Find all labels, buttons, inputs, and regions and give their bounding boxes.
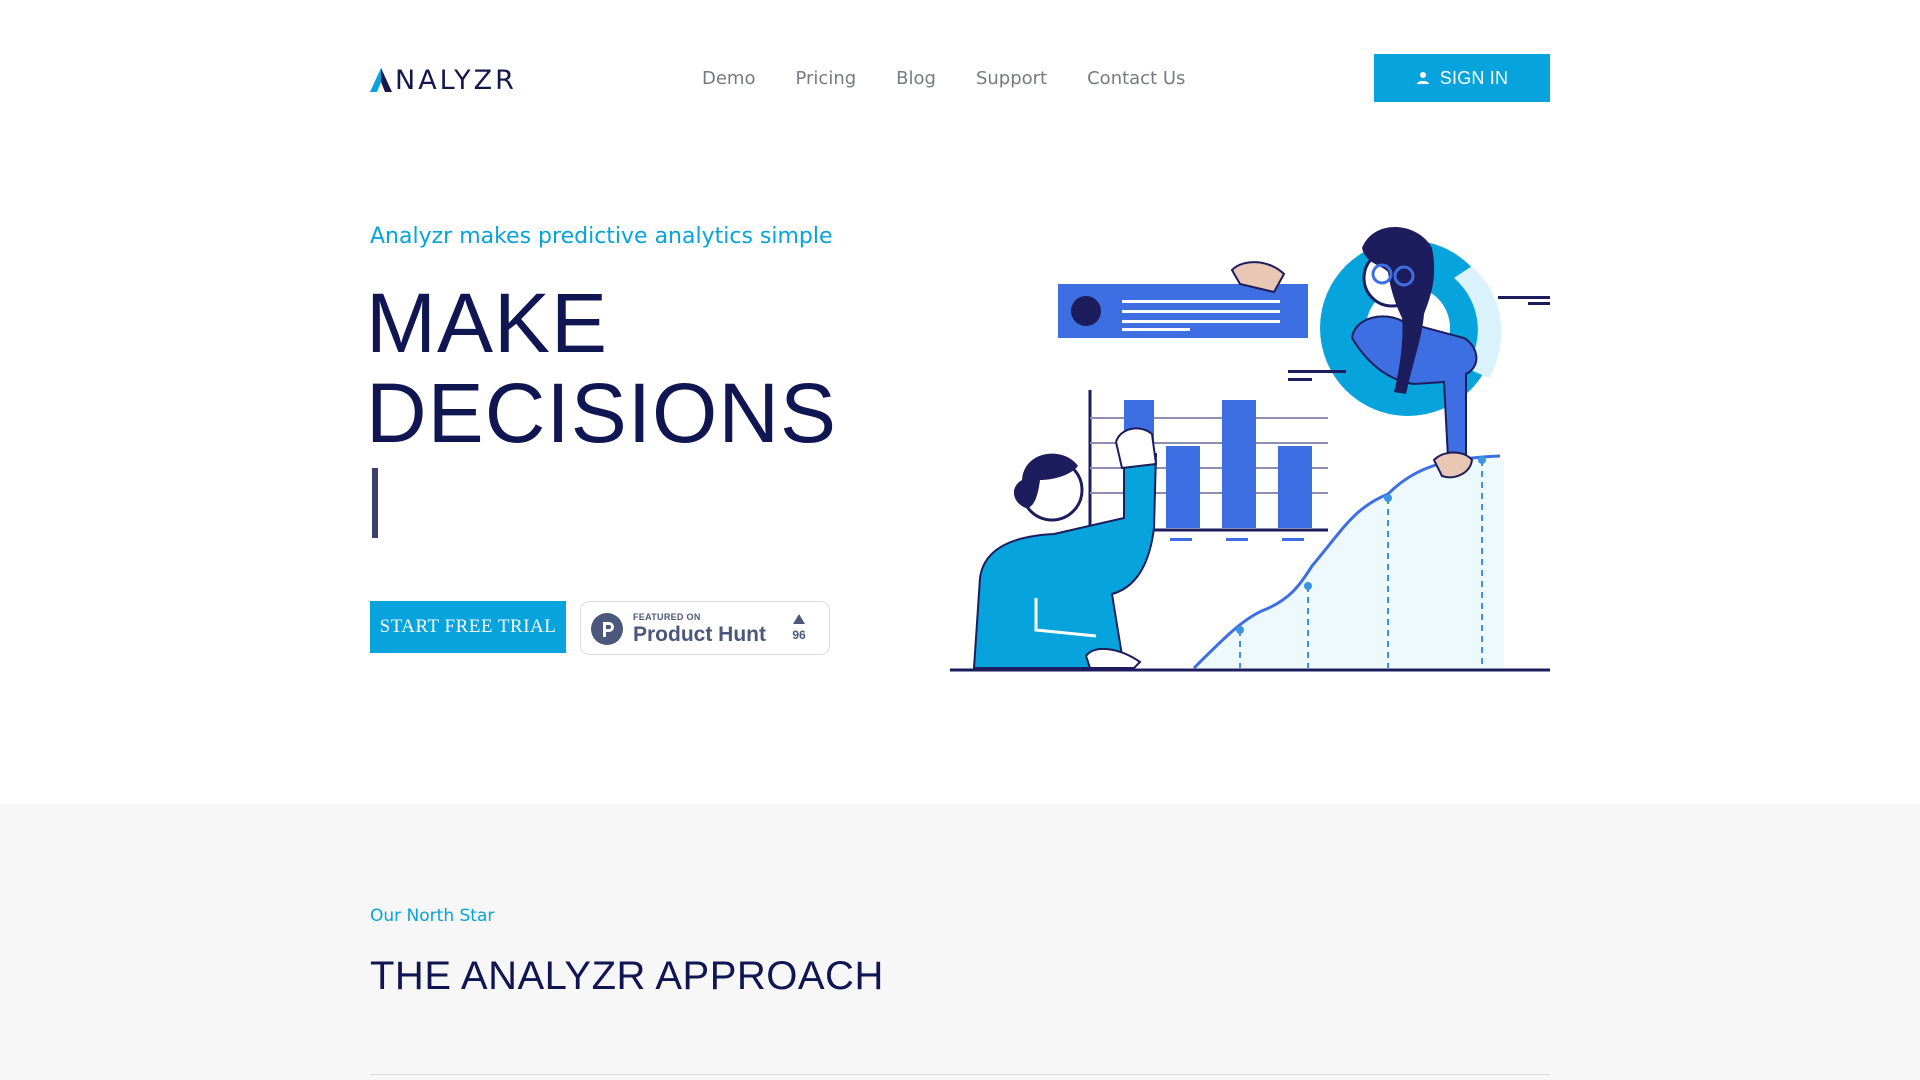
hero-headline: MAKE DECISIONS (366, 278, 837, 458)
nav-pricing[interactable]: Pricing (795, 68, 856, 89)
section-eyebrow: Our North Star (370, 906, 495, 926)
hero-illustration (950, 226, 1550, 672)
user-icon (1416, 72, 1429, 84)
site-header: NALYZR Demo Pricing Blog Support Contact… (0, 0, 1920, 160)
nav-blog[interactable]: Blog (896, 68, 936, 89)
ph-featured-label: FEATURED ON (633, 612, 701, 622)
person-left-graphic (972, 427, 1158, 669)
logo-text: NALYZR (395, 64, 517, 96)
product-hunt-text: FEATURED ON Product Hunt (633, 612, 766, 647)
typing-caret (372, 468, 378, 538)
nav-demo[interactable]: Demo (702, 68, 755, 89)
headline-line-2: DECISIONS (366, 366, 838, 460)
analyzr-logo[interactable]: NALYZR (370, 64, 517, 96)
start-free-trial-button[interactable]: START FREE TRIAL (370, 601, 566, 653)
ph-name: Product Hunt (633, 623, 766, 646)
upvote-arrow-icon (793, 614, 805, 624)
main-nav: Demo Pricing Blog Support Contact Us (702, 68, 1185, 89)
ph-votes: 96 (789, 614, 809, 642)
logo-a-icon (370, 68, 392, 92)
section-title: THE ANALYZR APPROACH (370, 954, 884, 998)
hero-tagline: Analyzr makes predictive analytics simpl… (370, 224, 833, 249)
nav-contact-us[interactable]: Contact Us (1087, 68, 1185, 89)
product-hunt-icon (591, 613, 623, 645)
approach-section: Our North Star THE ANALYZR APPROACH (0, 804, 1920, 1080)
nav-support[interactable]: Support (976, 68, 1047, 89)
section-divider (370, 1074, 1550, 1075)
sign-in-label: SIGN IN (1439, 67, 1509, 88)
headline-line-1: MAKE (366, 276, 609, 370)
sign-in-button[interactable]: SIGN IN (1374, 54, 1550, 102)
ph-vote-count: 96 (792, 628, 806, 642)
product-hunt-badge[interactable]: FEATURED ON Product Hunt 96 (580, 601, 830, 655)
